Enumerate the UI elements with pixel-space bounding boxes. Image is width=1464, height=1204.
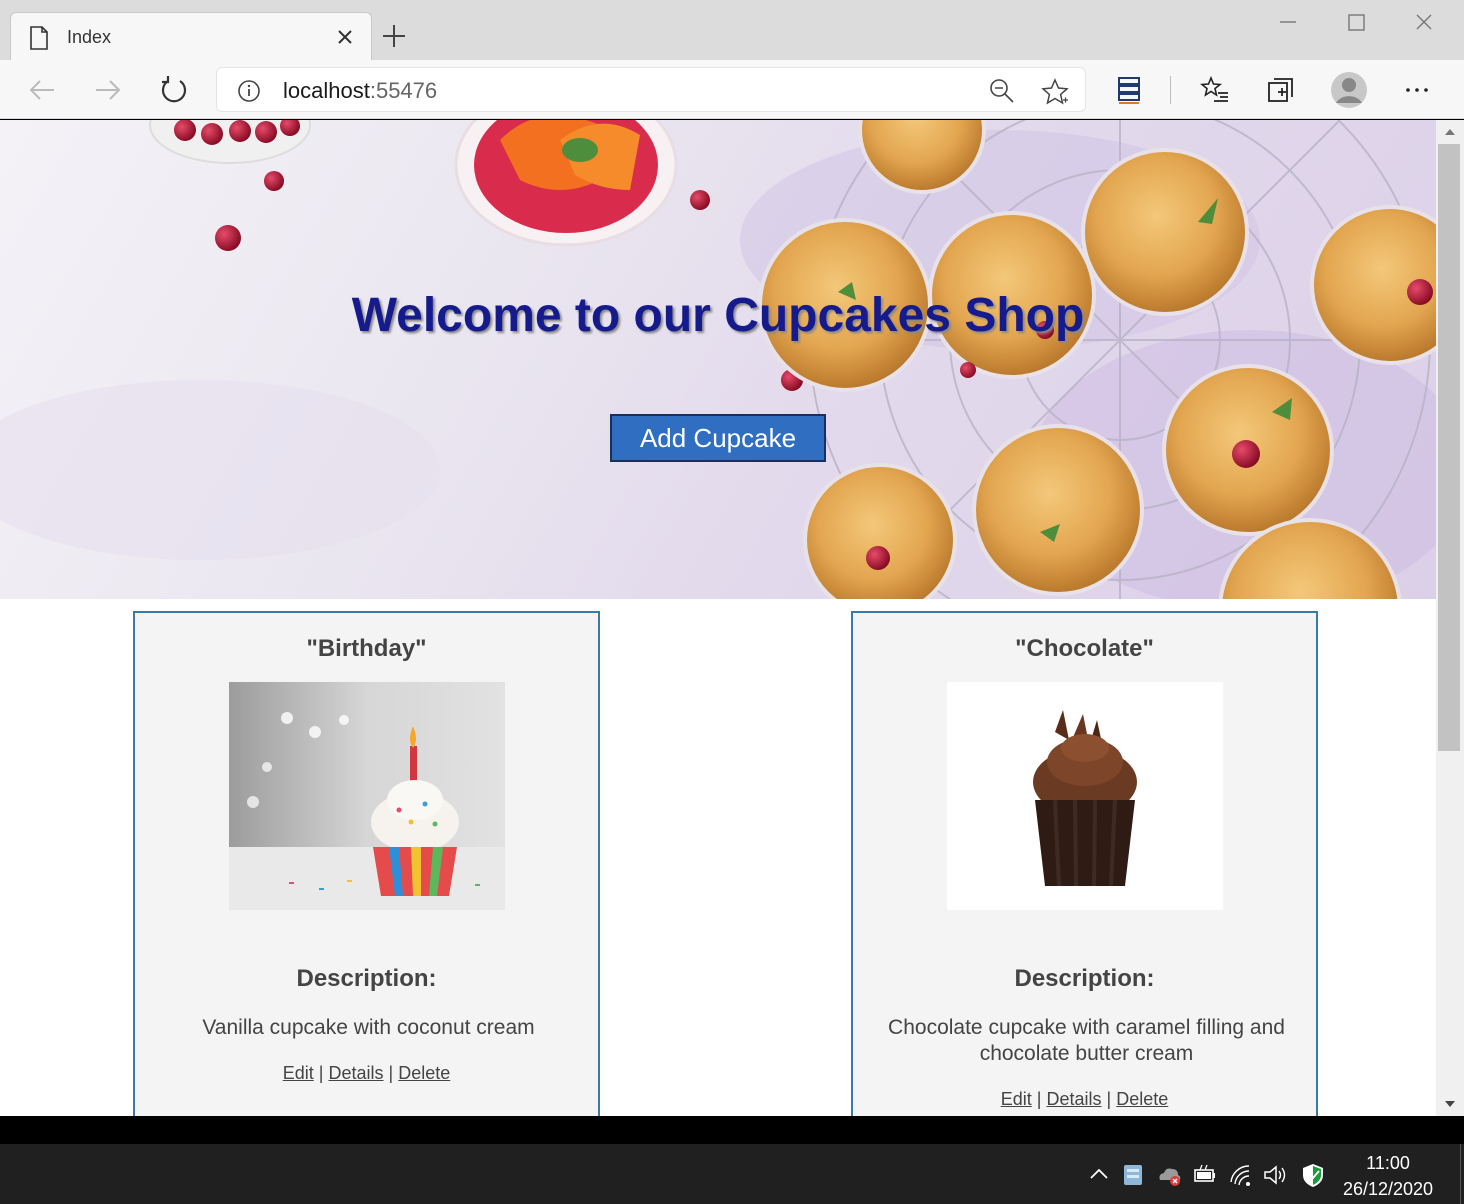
delete-link[interactable]: Delete xyxy=(398,1063,450,1083)
wifi-icon[interactable] xyxy=(1228,1162,1254,1188)
card-actions: Edit | Details | Delete xyxy=(853,1089,1316,1110)
separator: | xyxy=(388,1063,394,1083)
zoom-icon[interactable] xyxy=(989,78,1015,104)
scroll-down-arrow-icon[interactable] xyxy=(1442,1096,1458,1112)
page-viewport: Welcome to our Cupcakes Shop Add Cupcake… xyxy=(0,120,1436,1116)
forward-button[interactable] xyxy=(92,74,124,106)
show-desktop-button[interactable] xyxy=(1460,1144,1464,1204)
hero-title: Welcome to our Cupcakes Shop xyxy=(351,289,1085,342)
address-bar[interactable]: localhost:55476 xyxy=(216,67,1086,112)
separator: | xyxy=(1106,1089,1112,1109)
windows-taskbar: 11:00 26/12/2020 xyxy=(0,1144,1464,1204)
close-icon xyxy=(338,30,352,44)
cupcake-name: "Chocolate" xyxy=(1015,635,1154,662)
window-bottom-gap xyxy=(0,1116,1464,1144)
scrollbar-thumb[interactable] xyxy=(1438,144,1460,751)
battery-icon[interactable] xyxy=(1192,1162,1218,1188)
close-window-button[interactable] xyxy=(1406,8,1442,38)
refresh-button[interactable] xyxy=(158,74,190,106)
volume-icon[interactable] xyxy=(1262,1162,1288,1188)
toolbar-separator xyxy=(1170,76,1171,104)
scroll-up-arrow-icon[interactable] xyxy=(1442,124,1458,140)
separator: | xyxy=(318,1063,324,1083)
browser-tab[interactable]: Index xyxy=(10,12,372,60)
system-clock[interactable]: 11:00 26/12/2020 xyxy=(1330,1150,1446,1202)
new-tab-button[interactable] xyxy=(380,22,408,50)
tab-close-button[interactable] xyxy=(333,25,357,49)
show-hidden-icons-chevron-icon[interactable] xyxy=(1086,1162,1112,1188)
favorite-star-icon[interactable] xyxy=(1041,78,1069,106)
back-button[interactable] xyxy=(26,74,58,106)
browser-toolbar: localhost:55476 xyxy=(0,60,1464,119)
security-shield-icon[interactable] xyxy=(1300,1162,1326,1188)
details-link[interactable]: Details xyxy=(328,1063,383,1083)
edit-link[interactable]: Edit xyxy=(283,1063,314,1083)
description-text: Chocolate cupcake with caramel filling a… xyxy=(888,1016,1285,1065)
cupcake-name: "Birthday" xyxy=(306,635,427,662)
description-label: Description: xyxy=(1014,965,1155,992)
hero-background-image xyxy=(0,120,1436,599)
onedrive-error-icon[interactable] xyxy=(1156,1162,1182,1188)
url-host: localhost xyxy=(283,78,370,103)
description-label: Description: xyxy=(296,965,437,992)
more-menu-icon[interactable] xyxy=(1402,75,1432,105)
tab-bar: Index xyxy=(0,0,1464,60)
vertical-scrollbar[interactable] xyxy=(1436,120,1464,1116)
cupcake-card-birthday: "Birthday" Description: Vanilla cupcake … xyxy=(133,611,600,1116)
storage-drive-icon[interactable] xyxy=(1120,1162,1146,1188)
cupcake-card-chocolate: "Chocolate" Description: Chocolate cupca… xyxy=(851,611,1318,1116)
cupcake-image-birthday xyxy=(229,682,505,910)
tab-title: Index xyxy=(67,27,112,47)
hero-banner: Welcome to our Cupcakes Shop Add Cupcake xyxy=(0,120,1436,599)
maximize-button[interactable] xyxy=(1338,8,1374,38)
card-actions: Edit | Details | Delete xyxy=(135,1063,598,1084)
description-text: Vanilla cupcake with coconut cream xyxy=(202,1016,535,1039)
delete-link[interactable]: Delete xyxy=(1116,1089,1168,1109)
minimize-button[interactable] xyxy=(1270,8,1306,38)
separator: | xyxy=(1036,1089,1042,1109)
collections-stack-icon[interactable] xyxy=(1114,75,1144,105)
edit-link[interactable]: Edit xyxy=(1001,1089,1032,1109)
details-link[interactable]: Details xyxy=(1046,1089,1101,1109)
clock-date: 26/12/2020 xyxy=(1342,1179,1434,1199)
profile-avatar-icon[interactable] xyxy=(1330,71,1368,109)
document-icon xyxy=(30,26,48,50)
add-cupcake-button[interactable]: Add Cupcake xyxy=(610,414,826,462)
favorites-icon[interactable] xyxy=(1200,75,1230,105)
cupcake-image-chocolate xyxy=(947,682,1223,910)
clock-time: 11:00 xyxy=(1366,1153,1410,1173)
collections-icon[interactable] xyxy=(1266,75,1296,105)
url-text[interactable]: localhost:55476 xyxy=(283,78,437,104)
info-icon[interactable] xyxy=(237,79,261,103)
url-port: :55476 xyxy=(369,78,438,103)
